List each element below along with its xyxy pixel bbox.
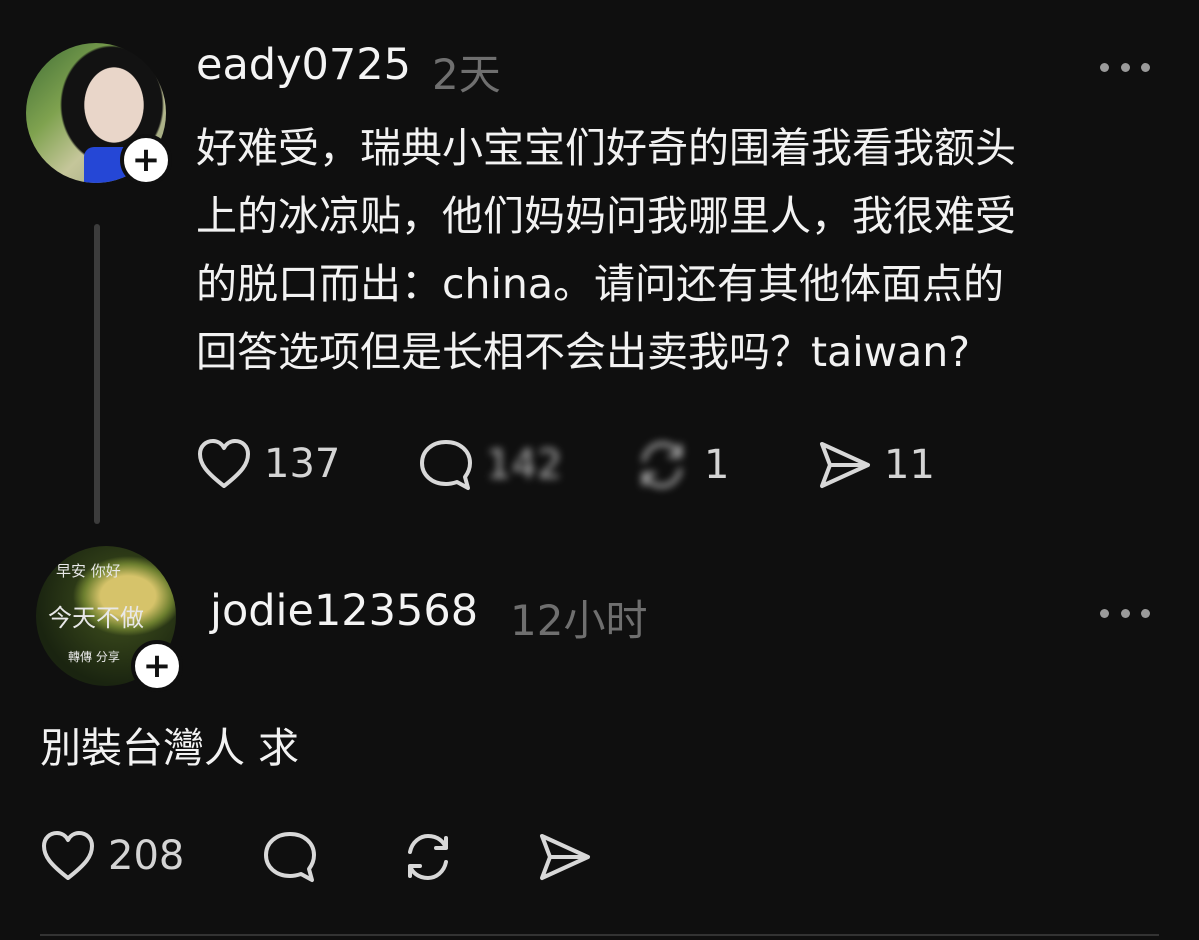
username[interactable]: eady0725 bbox=[196, 40, 411, 90]
comment-button[interactable]: 142 bbox=[418, 438, 562, 492]
share-button[interactable]: 11 bbox=[816, 438, 935, 492]
divider bbox=[40, 934, 1159, 936]
repost-count: 1 bbox=[704, 442, 730, 488]
like-button[interactable]: 208 bbox=[40, 830, 184, 882]
thread-line bbox=[94, 224, 100, 524]
repost-button[interactable]: 1 bbox=[632, 438, 729, 492]
comment-button[interactable] bbox=[262, 830, 318, 884]
follow-plus-icon[interactable]: + bbox=[120, 134, 172, 186]
post-time: 2天 bbox=[432, 50, 501, 99]
comment-icon bbox=[420, 440, 472, 490]
avatar-caption: 轉傳 分享 bbox=[68, 650, 120, 664]
avatar-caption: 今天不做 bbox=[48, 604, 144, 632]
like-count: 137 bbox=[264, 441, 341, 487]
post-text: 好难受，瑞典小宝宝们好奇的围着我看我额头 上的冰凉贴，他们妈妈问我哪里人，我很难… bbox=[196, 124, 1016, 376]
username[interactable]: jodie123568 bbox=[210, 586, 478, 636]
comment-icon bbox=[264, 832, 316, 882]
send-icon bbox=[540, 834, 590, 880]
avatar-caption: 早安 你好 bbox=[56, 562, 121, 580]
heart-icon bbox=[42, 831, 94, 880]
send-icon bbox=[820, 442, 870, 488]
more-icon[interactable] bbox=[1100, 63, 1150, 73]
comment-count: 142 bbox=[486, 442, 563, 488]
post-time: 12小时 bbox=[510, 596, 648, 645]
like-count: 208 bbox=[108, 833, 185, 879]
repost-icon bbox=[408, 833, 448, 881]
repost-icon bbox=[642, 441, 682, 489]
post-text: 別裝台灣人 求 bbox=[40, 724, 300, 772]
follow-plus-icon[interactable]: + bbox=[131, 640, 183, 692]
share-count: 11 bbox=[884, 442, 935, 488]
heart-icon bbox=[198, 439, 250, 488]
more-icon[interactable] bbox=[1100, 609, 1150, 619]
repost-button[interactable] bbox=[398, 830, 458, 884]
like-button[interactable]: 137 bbox=[196, 438, 340, 490]
share-button[interactable] bbox=[536, 830, 592, 884]
